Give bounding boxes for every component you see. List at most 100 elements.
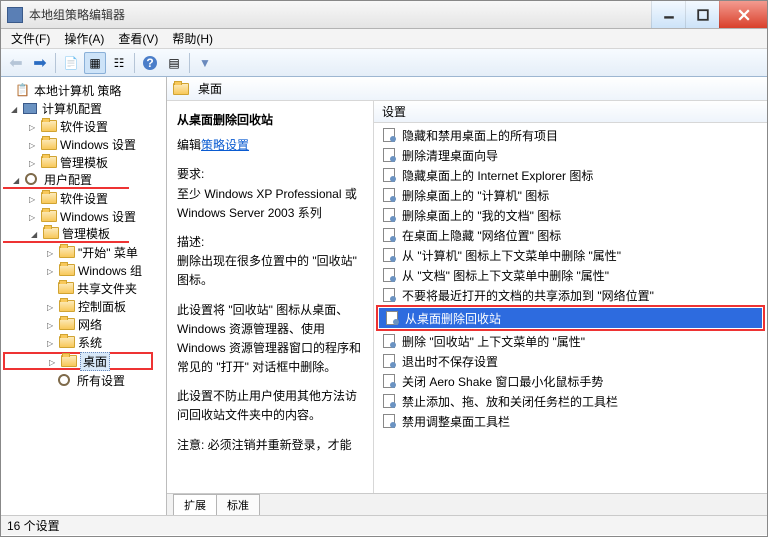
tree-root[interactable]: 📋 本地计算机 策略 [1, 81, 166, 99]
tree-item[interactable]: Windows 设置 [1, 207, 166, 225]
list-item[interactable]: 隐藏桌面上的 Internet Explorer 图标 [376, 165, 765, 185]
list-item-label: 从 "文档" 图标上下文菜单中删除 "属性" [402, 267, 609, 284]
menu-file[interactable]: 文件(F) [5, 28, 56, 49]
expand-icon[interactable] [47, 337, 58, 348]
tree-label: 管理模板 [60, 154, 108, 171]
expand-icon[interactable] [49, 356, 60, 367]
tree-item[interactable]: "开始" 菜单 [1, 243, 166, 261]
folder-icon [43, 226, 59, 240]
folder-icon [41, 191, 57, 205]
menu-action[interactable]: 操作(A) [58, 28, 110, 49]
list-item[interactable]: 隐藏和禁用桌面上的所有项目 [376, 125, 765, 145]
expand-icon[interactable] [47, 265, 58, 276]
document-icon: 📋 [15, 83, 31, 97]
list-item[interactable]: 退出时不保存设置 [376, 351, 765, 371]
app-icon [7, 7, 23, 23]
requirements: 要求:至少 Windows XP Professional 或 Windows … [177, 165, 363, 223]
tree-label: 管理模板 [62, 225, 110, 242]
description-pane: 从桌面删除回收站 编辑策略设置 要求:至少 Windows XP Profess… [167, 101, 373, 493]
tree-item[interactable]: 所有设置 [1, 371, 166, 389]
list-item[interactable]: 删除桌面上的 "计算机" 图标 [376, 185, 765, 205]
list-item[interactable]: 从 "计算机" 图标上下文菜单中删除 "属性" [376, 245, 765, 265]
policy-icon [385, 311, 399, 325]
tree-item[interactable]: Windows 设置 [1, 135, 166, 153]
folder-icon [59, 317, 75, 331]
tree-item[interactable]: 共享文件夹 [1, 279, 166, 297]
collapse-icon[interactable] [11, 103, 22, 114]
forward-button[interactable]: ➡ [29, 52, 51, 74]
list-item[interactable]: 关闭 Aero Shake 窗口最小化鼠标手势 [376, 371, 765, 391]
title-bar: 本地组策略编辑器 [1, 1, 767, 29]
tree-item[interactable]: 软件设置 [1, 117, 166, 135]
list-item[interactable]: 删除清理桌面向导 [376, 145, 765, 165]
expand-icon[interactable] [29, 139, 40, 150]
expand-icon[interactable] [47, 247, 58, 258]
properties-button[interactable]: ☷ [108, 52, 130, 74]
tree-user-config[interactable]: 用户配置 [3, 171, 129, 189]
list-icon: ☷ [114, 56, 125, 70]
expand-icon[interactable] [29, 121, 40, 132]
description-3: 此设置不防止用户使用其他方法访问回收站文件夹中的内容。 [177, 387, 363, 425]
list-body[interactable]: 隐藏和禁用桌面上的所有项目删除清理桌面向导隐藏桌面上的 Internet Exp… [374, 123, 767, 493]
policy-list: 设置 隐藏和禁用桌面上的所有项目删除清理桌面向导隐藏桌面上的 Internet … [373, 101, 767, 493]
collapse-icon[interactable] [31, 228, 42, 239]
folder-icon [59, 299, 75, 313]
window-buttons [651, 1, 767, 28]
tree-label: Windows 组 [78, 262, 142, 279]
tree-label: 本地计算机 策略 [34, 82, 121, 99]
tree-label: 桌面 [80, 352, 110, 371]
list-item[interactable]: 禁止添加、拖、放和关闭任务栏的工具栏 [376, 391, 765, 411]
nav-tree[interactable]: 📋 本地计算机 策略 计算机配置 软件设置 Windows 设置 管理模板 用户… [1, 77, 167, 515]
arrow-right-icon: ➡ [33, 53, 46, 73]
close-button[interactable] [719, 1, 767, 28]
policy-icon [382, 334, 396, 348]
list-item[interactable]: 在桌面上隐藏 "网络位置" 图标 [376, 225, 765, 245]
maximize-button[interactable] [685, 1, 719, 28]
help-button[interactable]: ? [139, 52, 161, 74]
minimize-button[interactable] [651, 1, 685, 28]
tree-desktop[interactable]: 桌面 [3, 352, 153, 370]
column-header[interactable]: 设置 [374, 101, 767, 123]
collapse-icon[interactable] [13, 174, 24, 185]
list-item-label: 隐藏和禁用桌面上的所有项目 [402, 127, 558, 144]
tree-item[interactable]: Windows 组 [1, 261, 166, 279]
policy-icon [382, 394, 396, 408]
expand-icon[interactable] [47, 319, 58, 330]
filter-button[interactable]: ▼ [194, 52, 216, 74]
expand-icon[interactable] [47, 301, 58, 312]
tree-label: 软件设置 [60, 118, 108, 135]
tab-extended[interactable]: 扩展 [173, 494, 217, 515]
policy-icon [382, 414, 396, 428]
back-button[interactable]: ⬅ [5, 52, 27, 74]
folder-icon [41, 155, 57, 169]
show-tree-button[interactable]: ▦ [84, 52, 106, 74]
expand-icon[interactable] [29, 211, 40, 222]
list-item[interactable]: 从 "文档" 图标上下文菜单中删除 "属性" [376, 265, 765, 285]
menu-view[interactable]: 查看(V) [112, 28, 164, 49]
tree-item[interactable]: 软件设置 [1, 189, 166, 207]
tree-label: 软件设置 [60, 190, 108, 207]
tree-computer-config[interactable]: 计算机配置 [1, 99, 166, 117]
export-button[interactable]: ▤ [163, 52, 185, 74]
folder-icon [59, 335, 75, 349]
expand-icon[interactable] [29, 157, 40, 168]
tab-standard[interactable]: 标准 [216, 494, 260, 515]
list-item-label: 删除桌面上的 "计算机" 图标 [402, 187, 549, 204]
tree-admin-templates[interactable]: 管理模板 [3, 225, 129, 243]
list-item[interactable]: 删除 "回收站" 上下文菜单的 "属性" [376, 331, 765, 351]
edit-policy-link[interactable]: 策略设置 [201, 138, 249, 152]
list-item-label: 从桌面删除回收站 [405, 310, 501, 327]
menu-help[interactable]: 帮助(H) [166, 28, 219, 49]
tree-item[interactable]: 网络 [1, 315, 166, 333]
tree-item[interactable]: 系统 [1, 333, 166, 351]
list-item[interactable]: 禁用调整桌面工具栏 [376, 411, 765, 431]
folder-icon [59, 245, 75, 259]
list-item[interactable]: 不要将最近打开的文档的共享添加到 "网络位置" [376, 285, 765, 305]
tree-item[interactable]: 管理模板 [1, 153, 166, 171]
up-button[interactable]: 📄 [60, 52, 82, 74]
tree-item[interactable]: 控制面板 [1, 297, 166, 315]
list-item[interactable]: 从桌面删除回收站 [379, 308, 762, 328]
menu-bar: 文件(F) 操作(A) 查看(V) 帮助(H) [1, 29, 767, 49]
expand-icon[interactable] [29, 193, 40, 204]
list-item[interactable]: 删除桌面上的 "我的文档" 图标 [376, 205, 765, 225]
